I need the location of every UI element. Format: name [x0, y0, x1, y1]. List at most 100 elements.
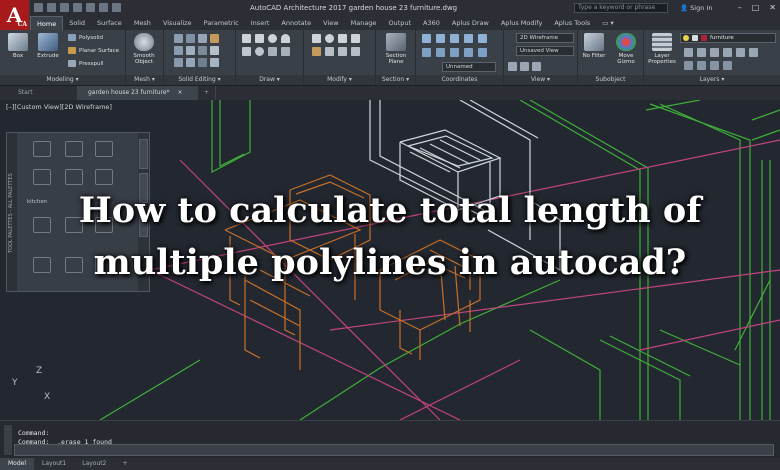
slice-icon[interactable] — [174, 46, 183, 55]
section-panel-label[interactable]: Section ▾ — [376, 75, 415, 85]
layers-panel-label[interactable]: Layers ▾ — [644, 75, 780, 85]
ucs-x-icon[interactable] — [422, 48, 431, 57]
ribbon-tab[interactable]: Insert — [245, 16, 276, 30]
mesh-panel-label[interactable]: Mesh ▾ — [126, 75, 163, 85]
draw-panel-label[interactable]: Draw ▾ — [236, 75, 303, 85]
shell-icon[interactable] — [186, 58, 195, 67]
visual-style-combo[interactable]: 2D Wireframe — [516, 33, 574, 43]
sign-in-link[interactable]: 👤 Sign In — [680, 4, 712, 12]
fridge-tool-icon[interactable] — [65, 169, 83, 185]
union-icon[interactable] — [174, 34, 183, 43]
layout-tab[interactable]: Layout1 — [34, 458, 74, 470]
oven-tool-icon[interactable] — [33, 169, 51, 185]
intersect-icon[interactable] — [198, 34, 207, 43]
ribbon-tab[interactable]: Aplus Tools — [548, 16, 596, 30]
polysolid-button[interactable]: Polysolid — [68, 34, 103, 41]
imprint-icon[interactable] — [210, 46, 219, 55]
start-tab[interactable]: Start — [8, 86, 78, 100]
hatch-icon[interactable] — [268, 47, 277, 56]
command-line-grip[interactable] — [4, 425, 12, 455]
current-layer-combo[interactable]: furniture — [680, 33, 776, 43]
named-ucs-combo[interactable]: Unnamed — [442, 62, 496, 72]
smooth-object-button[interactable]: Smooth Object — [128, 33, 160, 65]
restore-viewport-icon[interactable] — [520, 62, 529, 71]
box-button[interactable]: Box — [2, 33, 34, 59]
ucs-y-icon[interactable] — [436, 48, 445, 57]
move-gizmo-button[interactable]: Move Gizmo — [610, 33, 642, 65]
layer-walk-icon[interactable] — [723, 61, 732, 70]
sink-tool-icon[interactable] — [95, 141, 113, 157]
ucs-zaxis-icon[interactable] — [478, 34, 487, 43]
ribbon-tab[interactable]: A360 — [417, 16, 446, 30]
ribbon-tab[interactable]: Aplus Draw — [446, 16, 495, 30]
ribbon-tab[interactable]: Solid — [63, 16, 91, 30]
layer-properties-button[interactable]: Layer Properties — [646, 33, 678, 65]
layout-tab[interactable]: Model — [0, 458, 35, 470]
check-icon[interactable] — [198, 58, 207, 67]
redo-icon[interactable] — [112, 3, 121, 12]
presspull-button[interactable]: Presspull — [68, 60, 104, 67]
layer-off-icon[interactable] — [736, 48, 745, 57]
mirror-icon[interactable] — [351, 34, 360, 43]
subobject-panel-label[interactable]: Subobject — [578, 75, 643, 85]
named-views-icon[interactable] — [532, 62, 541, 71]
application-menu-button[interactable]: A CA — [0, 0, 30, 30]
ribbon-tab[interactable]: Aplus Modify — [495, 16, 549, 30]
layer-thaw-icon[interactable] — [697, 61, 706, 70]
layout-tab[interactable]: Layout2 — [74, 458, 114, 470]
spline-icon[interactable] — [281, 47, 290, 56]
planar-surface-button[interactable]: Planar Surface — [68, 47, 119, 54]
layer-freeze-tool-icon[interactable] — [684, 61, 693, 70]
array-icon[interactable] — [338, 47, 347, 56]
save-as-icon[interactable] — [73, 3, 82, 12]
ucs-view-icon[interactable] — [464, 48, 473, 57]
palette-side-tab-1[interactable] — [139, 139, 148, 169]
viewport-config-icon[interactable] — [508, 62, 517, 71]
new-tab-button[interactable]: + — [198, 86, 217, 100]
move-icon[interactable] — [312, 34, 321, 43]
undo-icon[interactable] — [99, 3, 108, 12]
drawing-tab[interactable]: garden house 23 furniture* × — [78, 86, 198, 100]
thicken-icon[interactable] — [186, 46, 195, 55]
maximize-button[interactable]: □ — [752, 3, 760, 12]
layer-unisolate-icon[interactable] — [697, 48, 706, 57]
line-icon[interactable] — [242, 34, 251, 43]
modify-panel-label[interactable]: Modify ▾ — [304, 75, 375, 85]
ucs-icon[interactable] — [422, 34, 431, 43]
shelf-tool-icon[interactable] — [95, 169, 113, 185]
close-tab-icon[interactable]: × — [177, 89, 182, 96]
clean-icon[interactable] — [210, 58, 219, 67]
layer-lock-icon[interactable] — [749, 48, 758, 57]
new-file-icon[interactable] — [34, 3, 43, 12]
ucs-previous-icon[interactable] — [450, 34, 459, 43]
ellipse-icon[interactable] — [255, 47, 264, 56]
rotate-icon[interactable] — [325, 34, 334, 43]
layer-match-icon[interactable] — [710, 48, 719, 57]
ucs-origin-icon[interactable] — [464, 34, 473, 43]
erase-icon[interactable] — [351, 47, 360, 56]
ribbon-tab[interactable]: View — [317, 16, 344, 30]
rectangle-icon[interactable] — [242, 47, 251, 56]
fillet-icon[interactable] — [312, 47, 321, 56]
circle-icon[interactable] — [268, 34, 277, 43]
subtract-icon[interactable] — [186, 34, 195, 43]
solid-editing-panel-label[interactable]: Solid Editing ▾ — [164, 75, 235, 85]
ribbon-tab[interactable]: Output — [382, 16, 417, 30]
viewport-controls-label[interactable]: [–][Custom View][2D Wireframe] — [6, 103, 112, 111]
tall-cabinet-tool-icon[interactable] — [65, 141, 83, 157]
modeling-panel-label[interactable]: Modeling ▾ — [0, 75, 125, 85]
ucs-z-icon[interactable] — [450, 48, 459, 57]
layer-current-icon[interactable] — [710, 61, 719, 70]
layer-isolate-icon[interactable] — [684, 48, 693, 57]
command-input[interactable] — [14, 444, 774, 456]
ribbon-tab[interactable]: ▭ ▾ — [596, 16, 619, 30]
copy-icon[interactable] — [338, 34, 347, 43]
drawing-viewport[interactable]: [–][Custom View][2D Wireframe] TOOL PALE… — [0, 100, 780, 420]
section-plane-button[interactable]: Section Plane — [380, 33, 412, 65]
new-layout-button[interactable]: + — [114, 458, 135, 470]
ribbon-tab[interactable]: Manage — [345, 16, 383, 30]
ribbon-tab[interactable]: Mesh — [128, 16, 157, 30]
interfere-icon[interactable] — [210, 34, 219, 43]
saved-view-combo[interactable]: Unsaved View — [516, 46, 574, 56]
close-button[interactable]: ✕ — [769, 3, 776, 12]
